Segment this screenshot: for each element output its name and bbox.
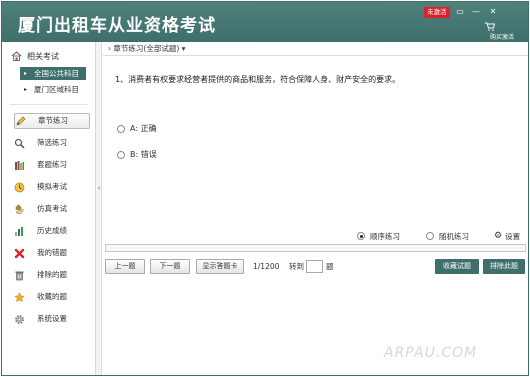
breadcrumb-label: 章节练习(全部试题): [113, 44, 180, 53]
gear-icon: ⚙: [494, 231, 503, 241]
chevron-down-icon: ▾: [179, 44, 186, 53]
question-text: 1、消费者有权要求经营者提供的商品和服务，符合保障人身、财产安全的要求。: [115, 75, 401, 84]
goto-input[interactable]: [306, 260, 323, 273]
goto-label: 转到: [289, 262, 304, 271]
breadcrumb[interactable]: › 章节练习(全部试题) ▾: [103, 42, 528, 56]
category-label: 厦门区域科目: [34, 85, 79, 94]
menu-set-practice[interactable]: 套题练习: [14, 157, 90, 173]
mode-random-radio[interactable]: [426, 232, 434, 240]
category-label: 全国公共科目: [34, 69, 79, 78]
mode-sequential-label: 顺序练习: [370, 231, 400, 241]
category-national-public[interactable]: ▸ 全国公共科目: [20, 67, 86, 80]
house-icon: [11, 51, 22, 61]
bullet-arrow-icon: ▸: [24, 70, 28, 77]
show-answer-card-button[interactable]: 显示答题卡: [196, 259, 244, 274]
app-title: 厦门出租车从业资格考试: [18, 16, 216, 36]
pencil-icon: [16, 116, 26, 126]
menu-chapter-practice[interactable]: 章节练习: [14, 113, 90, 129]
menu-my-mistakes[interactable]: 我的错题: [14, 245, 90, 261]
progress-bar: [105, 244, 526, 252]
title-bar: 厦门出租车从业资格考试 未激活 ▭ — ✕ 购买激活: [2, 2, 528, 42]
option-b-radio[interactable]: [117, 150, 125, 159]
menu-label: 收藏的题: [37, 292, 67, 301]
menu-label: 仿真考试: [37, 204, 67, 213]
buy-activate-button[interactable]: 购买激活: [482, 22, 522, 41]
minimize-icon[interactable]: —: [470, 7, 482, 17]
related-exams-label: 相关考试: [27, 51, 59, 61]
category-xiamen-regional[interactable]: ▸ 厦门区域科目: [20, 83, 86, 96]
close-icon[interactable]: ✕: [487, 7, 499, 17]
watermark: ARPAU.COM: [384, 345, 478, 361]
menu-system-settings[interactable]: 系统设置: [14, 311, 90, 327]
mode-random[interactable]: 随机练习: [426, 230, 469, 242]
prev-question-button[interactable]: 上一题: [105, 259, 145, 274]
mode-sequential[interactable]: 顺序练习: [357, 230, 400, 242]
menu-label: 排除的题: [37, 270, 67, 279]
sidebar: 相关考试 ▸ 全国公共科目 ▸ 厦门区域科目 章节练习 筛选练习 套题练习 模拟…: [2, 42, 96, 375]
menu-favorite-questions[interactable]: 收藏的题: [14, 289, 90, 305]
window-menu-icon[interactable]: ▭: [454, 7, 466, 17]
next-question-button[interactable]: 下一题: [150, 259, 190, 274]
settings-label: 设置: [505, 231, 521, 241]
bar-chart-icon: [15, 226, 23, 236]
menu-simulation-exam[interactable]: 仿真考试: [14, 201, 90, 217]
chevron-left-icon: ‹: [97, 184, 101, 192]
related-exams-header[interactable]: 相关考试: [11, 50, 59, 62]
app-window: 厦门出租车从业资格考试 未激活 ▭ — ✕ 购买激活 相关考试 ▸ 全国公共科目…: [1, 1, 529, 376]
buy-activate-label: 购买激活: [489, 34, 514, 41]
main-panel: › 章节练习(全部试题) ▾ 1、消费者有权要求经营者提供的商品和服务，符合保障…: [103, 42, 528, 375]
sidebar-collapse-bar[interactable]: ‹: [96, 42, 102, 375]
red-x-icon: [14, 248, 25, 258]
clock-icon: [14, 182, 25, 192]
bullet-arrow-icon: ▸: [24, 86, 28, 93]
mode-random-label: 随机练习: [439, 231, 469, 241]
menu-history-scores[interactable]: 历史成绩: [14, 223, 90, 239]
unactivated-badge[interactable]: 未激活: [424, 7, 450, 18]
settings-button[interactable]: ⚙ 设置: [494, 230, 520, 242]
option-a-label: A: 正确: [130, 124, 157, 133]
collect-question-button[interactable]: 收藏试题: [435, 259, 479, 274]
option-a[interactable]: A: 正确: [117, 123, 157, 134]
menu-label: 筛选练习: [37, 138, 67, 147]
menu-label: 章节练习: [38, 116, 68, 125]
menu-label: 我的错题: [37, 248, 67, 257]
menu-label: 历史成绩: [37, 226, 67, 235]
mode-sequential-radio[interactable]: [357, 232, 365, 240]
menu-mock-exam[interactable]: 模拟考试: [14, 179, 90, 195]
menu-label: 系统设置: [37, 314, 67, 323]
magnifier-icon: [14, 138, 25, 149]
gear-icon: [15, 314, 24, 324]
exclude-question-button[interactable]: 排除此题: [483, 259, 525, 274]
star-icon: [14, 291, 25, 302]
goto-suffix: 题: [326, 262, 334, 271]
menu-label: 模拟考试: [37, 182, 67, 191]
trash-icon: [15, 271, 24, 280]
option-b-label: B: 错误: [130, 150, 157, 159]
divider: [10, 104, 88, 105]
option-b[interactable]: B: 错误: [117, 149, 157, 160]
menu-label: 套题练习: [37, 160, 67, 169]
menu-filter-practice[interactable]: 筛选练习: [14, 135, 90, 151]
option-a-radio[interactable]: [117, 124, 125, 133]
menu-excluded-questions[interactable]: 排除的题: [14, 267, 90, 283]
page-indicator: 1/1200: [253, 262, 280, 271]
books-icon: [15, 160, 24, 170]
hand-icon: [15, 204, 24, 214]
